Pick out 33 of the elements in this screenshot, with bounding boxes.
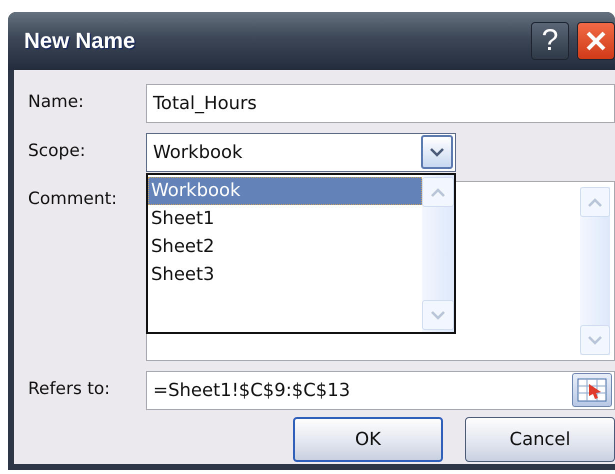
list-option[interactable]: Sheet2 — [148, 233, 422, 261]
comment-label: Comment: — [28, 188, 118, 210]
scroll-down-button[interactable] — [422, 300, 454, 330]
scope-dropdown[interactable]: Workbook — [146, 132, 456, 172]
chevron-up-icon — [587, 197, 603, 208]
refers-to-field[interactable]: =Sheet1!$C$9:$C$13 — [146, 370, 615, 410]
dropdown-arrow-button[interactable] — [421, 135, 453, 170]
range-select-button[interactable] — [572, 373, 612, 408]
scroll-up-button[interactable] — [580, 187, 610, 218]
scrollbar[interactable] — [422, 175, 454, 332]
scope-value: Workbook — [153, 142, 242, 163]
scrollbar[interactable] — [580, 187, 610, 356]
list-option[interactable]: Workbook — [148, 177, 422, 205]
help-button[interactable]: ? — [531, 22, 569, 60]
ok-button[interactable]: OK — [293, 417, 443, 462]
scroll-up-button[interactable] — [422, 177, 454, 207]
chevron-down-icon — [430, 310, 446, 320]
list-option[interactable]: Sheet3 — [148, 261, 422, 289]
scope-label: Scope: — [28, 140, 87, 161]
chevron-up-icon — [430, 187, 446, 197]
close-icon — [585, 30, 607, 52]
name-label: Name: — [28, 91, 85, 112]
chevron-down-icon — [587, 335, 603, 346]
range-select-icon — [577, 378, 607, 402]
refers-to-value: =Sheet1!$C$9:$C$13 — [153, 380, 350, 401]
close-button[interactable] — [577, 22, 615, 60]
refers-to-label: Refers to: — [28, 378, 111, 399]
name-field[interactable]: Total_Hours — [146, 84, 615, 123]
window-title: New Name — [24, 28, 136, 54]
list-option[interactable]: Sheet1 — [148, 205, 422, 233]
chevron-down-icon — [429, 147, 445, 158]
scroll-down-button[interactable] — [580, 325, 610, 356]
cancel-button[interactable]: Cancel — [465, 417, 615, 462]
